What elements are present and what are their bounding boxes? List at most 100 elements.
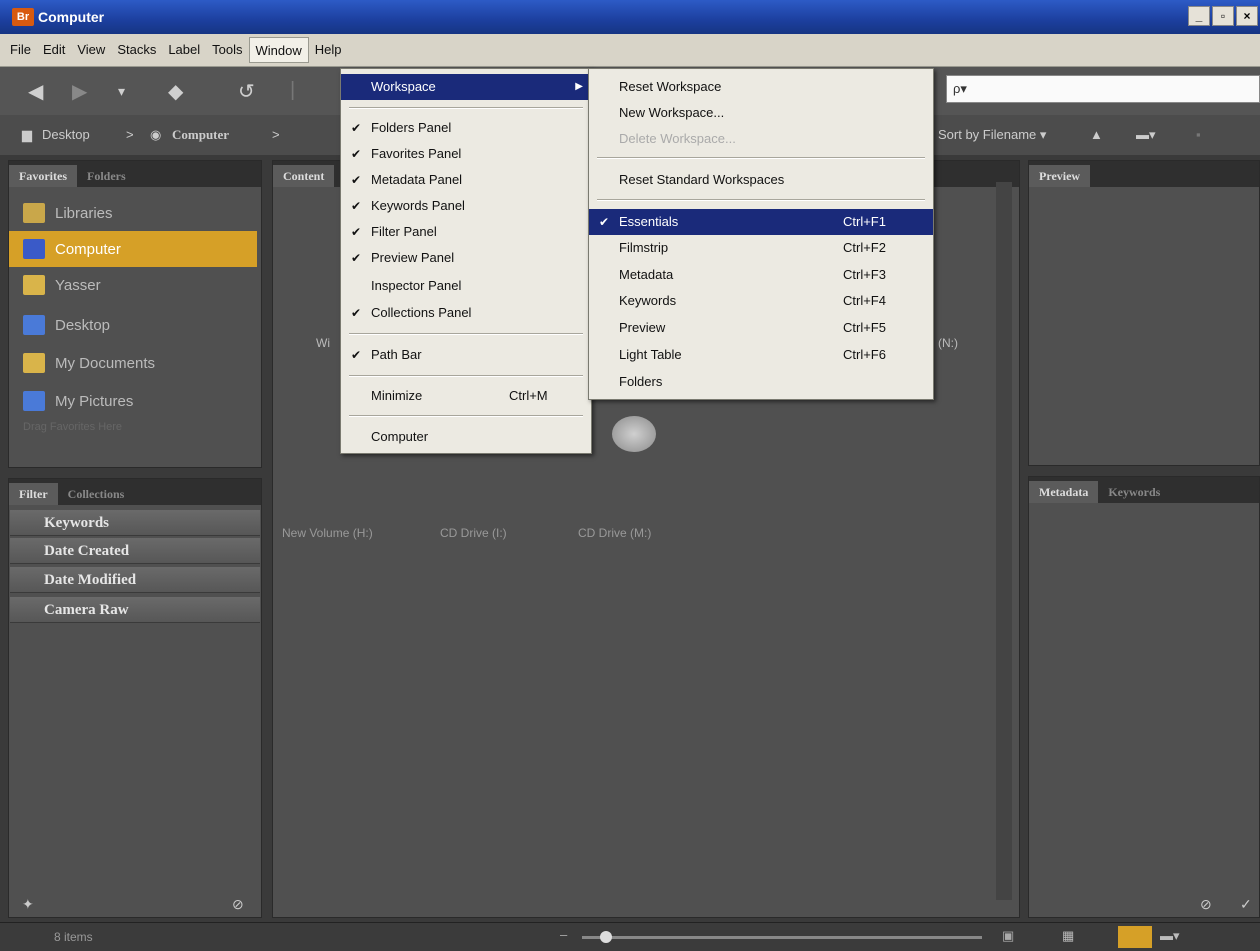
menu-item-shortcut: Ctrl+F4 [843, 293, 886, 308]
menu-item-keywords-panel[interactable]: ✔ Keywords Panel [341, 193, 591, 219]
menu-item-label: Metadata [619, 267, 674, 282]
menu-help[interactable]: Help [309, 37, 348, 63]
tab-preview[interactable]: Preview [1029, 165, 1091, 187]
menu-item-metadata[interactable]: Metadata Ctrl+F3 [589, 262, 933, 288]
drive-cd-m[interactable]: CD Drive (M:) [578, 526, 651, 540]
tab-content[interactable]: Content [273, 165, 335, 187]
menu-item-label: Inspector Panel [371, 278, 462, 293]
history-dropdown-icon[interactable]: ▾ [118, 83, 125, 100]
favorite-my-documents[interactable]: My Documents [9, 345, 257, 381]
tab-favorites[interactable]: Favorites [9, 165, 77, 187]
trash-icon[interactable]: ▪ [1196, 127, 1201, 142]
favorite-computer[interactable]: Computer [9, 231, 257, 267]
menu-item-shortcut: Ctrl+M [509, 388, 548, 403]
breadcrumb-desktop[interactable]: Desktop [42, 127, 90, 142]
close-button[interactable]: × [1236, 6, 1258, 26]
pin-icon[interactable]: ✦ [22, 896, 34, 913]
menu-item-folders-panel[interactable]: ✔ Folders Panel [341, 115, 591, 141]
tab-folders[interactable]: Folders [77, 165, 136, 187]
menu-item-minimize[interactable]: Minimize Ctrl+M [341, 383, 591, 409]
menu-label[interactable]: Label [162, 37, 206, 63]
back-arrow-icon[interactable]: ◀ [28, 79, 43, 104]
favorite-libraries[interactable]: Libraries [9, 195, 257, 231]
details-view-icon[interactable]: ▬▾ [1160, 928, 1180, 944]
check-icon: ✔ [351, 121, 362, 135]
menu-item-light-table[interactable]: Light Table Ctrl+F6 [589, 342, 933, 368]
menu-item-reset-workspace[interactable]: Reset Workspace [589, 74, 933, 100]
filter-camera-raw[interactable]: Camera Raw [10, 597, 260, 623]
menu-item-inspector-panel[interactable]: Inspector Panel [341, 273, 591, 299]
slider-handle[interactable] [600, 931, 612, 943]
menu-item-preview-panel[interactable]: ✔ Preview Panel [341, 245, 591, 271]
drive-icon[interactable] [612, 416, 656, 452]
tab-collections[interactable]: Collections [58, 483, 135, 505]
pictures-icon [23, 391, 45, 411]
drive-new-volume[interactable]: New Volume (H:) [282, 526, 373, 540]
tab-keywords[interactable]: Keywords [1098, 481, 1170, 503]
apply-check-icon[interactable]: ✓ [1240, 896, 1252, 913]
grid-view-icon[interactable]: ▦ [1062, 928, 1074, 944]
ascending-sort-icon[interactable]: ▲ [1090, 127, 1103, 142]
breadcrumb-separator-2[interactable]: > [272, 127, 280, 142]
menu-item-filter-panel[interactable]: ✔ Filter Panel [341, 219, 591, 245]
menu-stacks[interactable]: Stacks [111, 37, 162, 63]
tab-filter[interactable]: Filter [9, 483, 58, 505]
check-icon: ✔ [351, 306, 362, 320]
favorite-label: Yasser [55, 276, 101, 294]
check-icon: ✔ [351, 251, 362, 265]
rotate-icon[interactable]: ↺ [238, 79, 255, 104]
new-folder-icon[interactable]: ▬▾ [1136, 127, 1156, 143]
menu-item-workspace[interactable]: Workspace ▶ [341, 74, 591, 100]
menu-item-label: Preview [619, 320, 666, 335]
menu-item-preview[interactable]: Preview Ctrl+F5 [589, 315, 933, 341]
cancel-icon[interactable]: ⊘ [1200, 896, 1212, 913]
favorite-my-pictures[interactable]: My Pictures [9, 383, 257, 419]
content-item-partial[interactable]: Wi [316, 336, 330, 350]
filter-keywords[interactable]: Keywords [10, 510, 260, 536]
tab-metadata[interactable]: Metadata [1029, 481, 1099, 503]
menu-item-keywords[interactable]: Keywords Ctrl+F4 [589, 288, 933, 314]
menu-window[interactable]: Window [248, 37, 309, 63]
menu-item-label: Keywords [619, 293, 677, 308]
filter-date-modified[interactable]: Date Modified [10, 567, 260, 593]
favorite-desktop[interactable]: Desktop [9, 307, 257, 343]
maximize-button[interactable]: ▫ [1212, 6, 1234, 26]
parent-folder-icon[interactable]: ◆ [168, 79, 183, 104]
item-count: 8 items [54, 930, 93, 944]
menu-item-label: Computer [371, 429, 429, 444]
sort-dropdown[interactable]: Sort by Filename ▾ [938, 127, 1046, 143]
breadcrumb-computer[interactable]: Computer [172, 127, 229, 143]
forward-arrow-icon[interactable]: ▶ [72, 79, 87, 104]
menu-tools[interactable]: Tools [206, 37, 248, 63]
content-scrollbar[interactable] [996, 182, 1012, 900]
drive-cd-i[interactable]: CD Drive (I:) [440, 526, 507, 540]
divider-icon: | [290, 79, 296, 101]
menu-edit[interactable]: Edit [37, 37, 71, 63]
search-input[interactable]: ρ▾ [946, 75, 1260, 103]
breadcrumb-separator[interactable]: > [126, 127, 134, 142]
menu-item-path-bar[interactable]: ✔ Path Bar [341, 342, 591, 368]
thumbnail-view-icon[interactable] [1118, 926, 1152, 948]
favorite-yasser[interactable]: Yasser [9, 267, 257, 303]
check-icon: ✔ [599, 215, 610, 229]
menu-view[interactable]: View [71, 37, 111, 63]
menu-item-folders[interactable]: Folders [589, 369, 933, 395]
menu-item-computer[interactable]: Computer [341, 424, 591, 450]
menu-item-collections-panel[interactable]: ✔ Collections Panel [341, 300, 591, 326]
zoom-in-icon[interactable]: ▣ [1002, 928, 1014, 944]
content-item-partial-right[interactable]: (N:) [938, 336, 958, 350]
filter-date-created[interactable]: Date Created [10, 538, 260, 564]
clear-filter-icon[interactable]: ⊘ [232, 896, 244, 913]
menu-item-metadata-panel[interactable]: ✔ Metadata Panel [341, 167, 591, 193]
menu-item-filmstrip[interactable]: Filmstrip Ctrl+F2 [589, 235, 933, 261]
menu-separator [349, 415, 583, 417]
menu-file[interactable]: File [4, 37, 37, 63]
thumbnail-size-slider[interactable] [582, 936, 982, 939]
zoom-out-icon[interactable]: – [560, 927, 567, 942]
menu-item-reset-standard-workspaces[interactable]: Reset Standard Workspaces [589, 167, 933, 193]
menu-item-favorites-panel[interactable]: ✔ Favorites Panel [341, 141, 591, 167]
menu-item-shortcut: Ctrl+F1 [843, 214, 886, 229]
menu-item-new-workspace[interactable]: New Workspace... [589, 100, 933, 126]
minimize-button[interactable]: _ [1188, 6, 1210, 26]
menu-item-essentials[interactable]: ✔ Essentials Ctrl+F1 [589, 209, 933, 235]
